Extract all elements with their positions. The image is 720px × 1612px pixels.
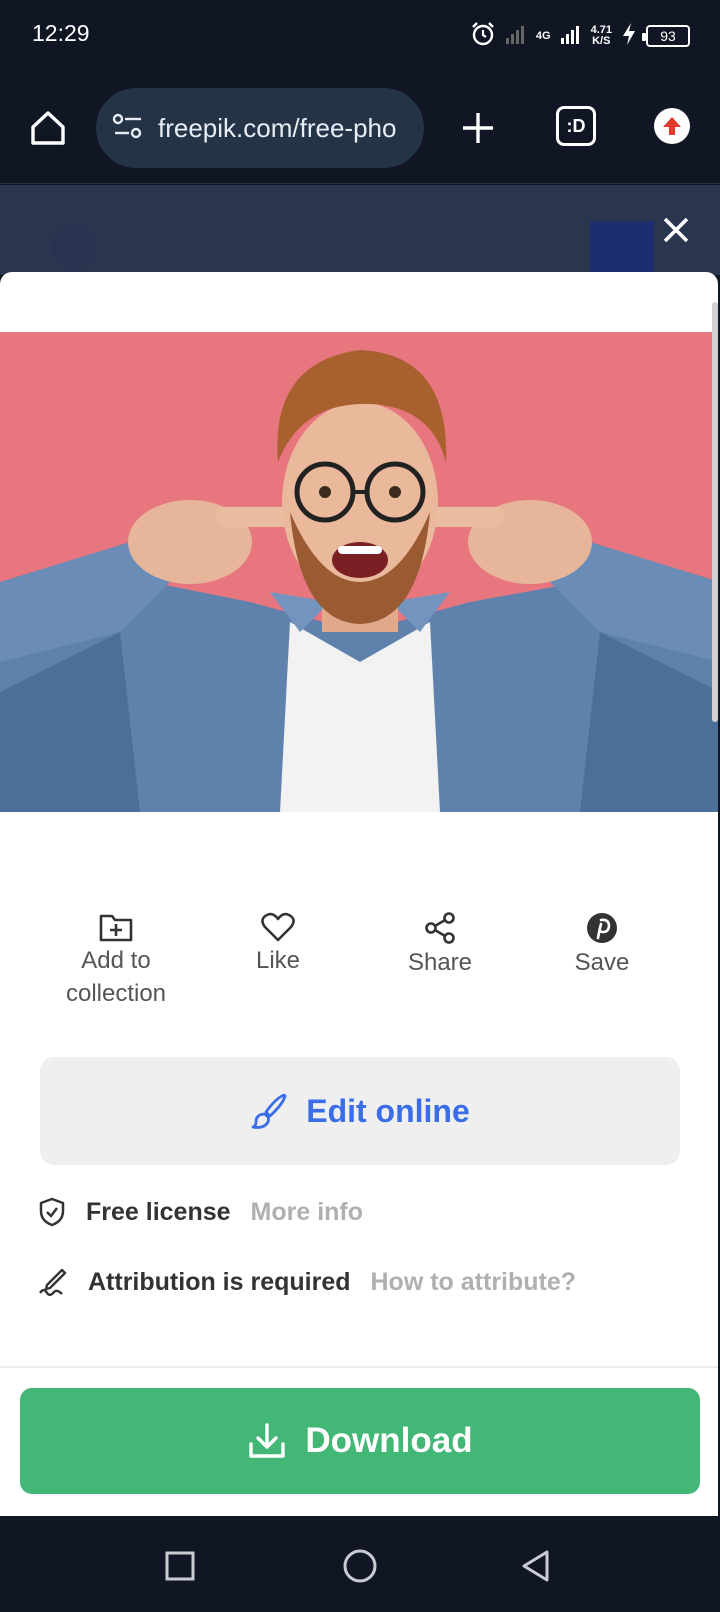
back-button[interactable]: [516, 1546, 556, 1586]
save-pinterest-button[interactable]: Save: [522, 912, 682, 979]
add-to-collection-button[interactable]: Add to collection: [36, 912, 196, 1010]
home-nav-button[interactable]: [340, 1546, 380, 1586]
status-icons: 4G 4.71 K/S 93: [470, 18, 690, 54]
share-label: Share: [407, 949, 473, 976]
signal-strong-icon: [560, 23, 582, 50]
download-icon: [249, 1423, 286, 1458]
divider: [0, 1366, 718, 1368]
circle-icon: [343, 1549, 377, 1583]
preview-photo[interactable]: [0, 332, 718, 812]
network-type-label: 4G: [535, 29, 551, 42]
plus-icon: [463, 113, 493, 143]
heart-icon: [261, 912, 295, 942]
network-speed-unit: K/S: [592, 35, 611, 47]
address-bar[interactable]: freepik.com/free-pho: [96, 88, 424, 168]
photo-illustration: [0, 332, 718, 812]
recents-button[interactable]: [160, 1546, 200, 1586]
alarm-icon: [470, 21, 496, 52]
new-tab-button[interactable]: [456, 106, 500, 150]
site-settings-icon[interactable]: [112, 112, 144, 145]
dimmed-page-header: [0, 185, 720, 275]
brush-icon: [251, 1093, 287, 1129]
close-icon: [663, 217, 689, 243]
home-icon: [31, 111, 65, 145]
pinterest-icon: [587, 913, 617, 943]
share-button[interactable]: Share: [360, 912, 520, 979]
save-label: Save: [574, 949, 630, 976]
shield-check-icon: [39, 1197, 65, 1227]
charging-icon: [621, 22, 637, 51]
how-to-attribute-link[interactable]: How to attribute?: [371, 1268, 577, 1297]
attribution-row: Attribution is required How to attribute…: [38, 1262, 576, 1302]
action-bar: Add to collection Like Share Save: [0, 912, 718, 1022]
like-label: Like: [255, 947, 301, 974]
free-license-row: Free license More info: [38, 1192, 363, 1232]
edit-online-button[interactable]: Edit online: [40, 1057, 680, 1165]
system-navigation-bar: [0, 1516, 720, 1612]
like-button[interactable]: Like: [198, 912, 358, 977]
dimmed-button: [590, 221, 654, 275]
download-label: Download: [305, 1421, 473, 1460]
edit-online-label: Edit online: [306, 1092, 470, 1129]
arrow-up-icon: [663, 117, 681, 135]
folder-plus-icon: [99, 914, 133, 942]
photo-detail-modal: Add to collection Like Share Save Edit o…: [0, 272, 718, 1516]
square-icon: [165, 1551, 195, 1581]
share-icon: [425, 912, 455, 944]
add-to-collection-label: Add to collection: [65, 947, 167, 1007]
back-triangle-icon: [522, 1550, 549, 1582]
more-info-link[interactable]: More info: [251, 1198, 364, 1227]
battery-indicator: 93: [642, 25, 690, 47]
status-bar: 12:29 4G 4.71 K/S 93: [0, 0, 720, 72]
attribution-label: Attribution is required: [88, 1267, 351, 1296]
download-button[interactable]: Download: [20, 1388, 700, 1494]
url-text[interactable]: freepik.com/free-pho: [158, 113, 406, 144]
close-modal-button[interactable]: [656, 210, 696, 250]
tab-switcher-button[interactable]: :D: [556, 106, 596, 146]
update-button[interactable]: [654, 108, 690, 144]
network-speed: 4.71 K/S: [591, 25, 612, 47]
signature-pen-icon: [39, 1268, 67, 1296]
status-time: 12:29: [32, 20, 90, 46]
free-license-label: Free license: [86, 1197, 231, 1226]
browser-toolbar: freepik.com/free-pho :D: [0, 72, 720, 184]
home-button[interactable]: [26, 106, 70, 150]
signal-weak-icon: [505, 23, 527, 50]
dimmed-logo: [52, 225, 96, 269]
modal-scrollbar[interactable]: [712, 302, 718, 722]
